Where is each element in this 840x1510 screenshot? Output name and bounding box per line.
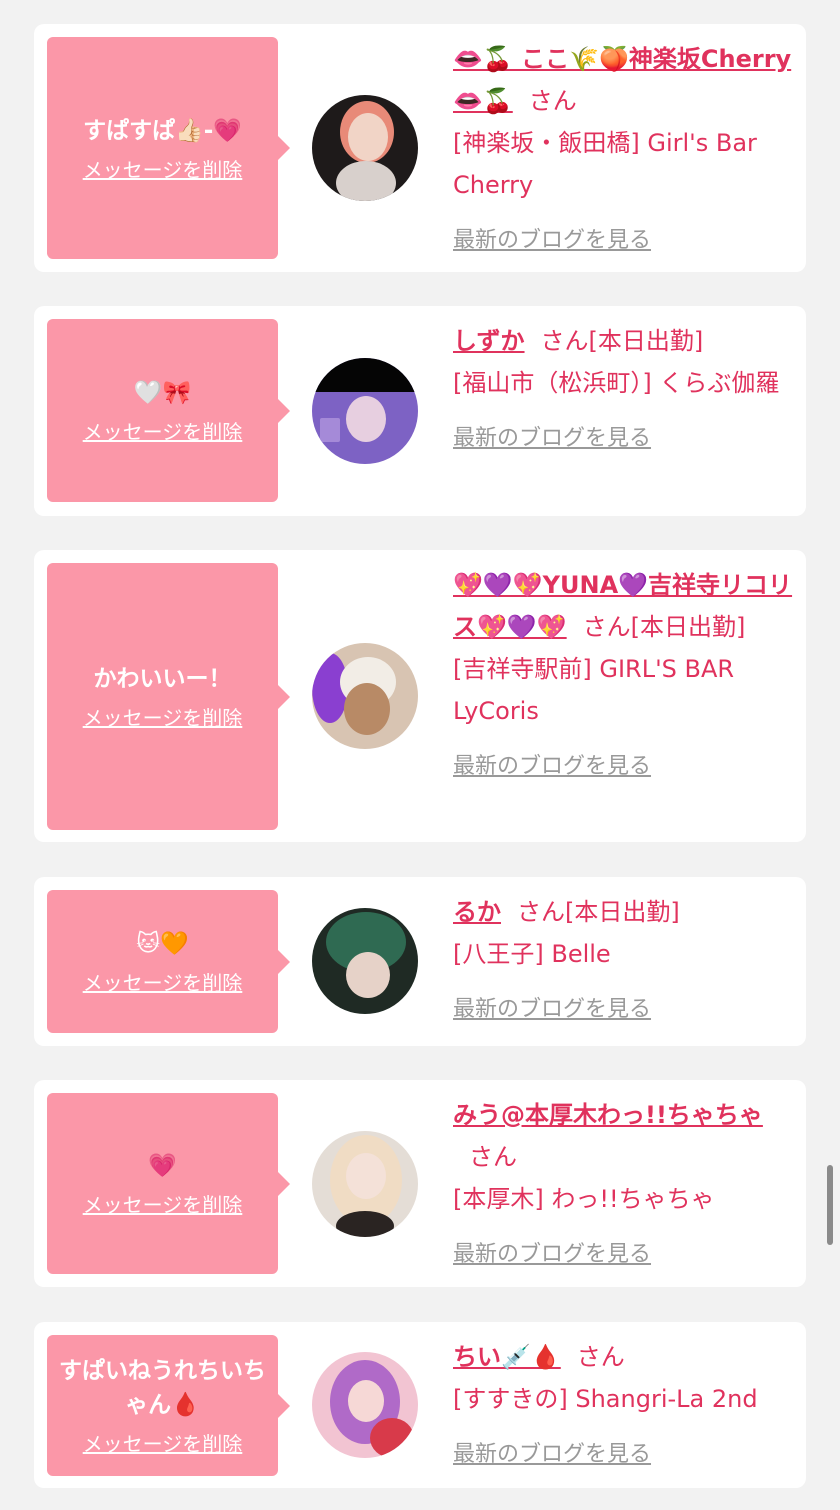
avatar[interactable] [312,1131,418,1237]
message-text: 🤍🎀 [133,380,192,406]
message-bubble: 🤍🎀 メッセージを削除 [47,319,290,502]
shop-info: [八王子] Belle [453,940,611,968]
shop-info: [吉祥寺駅前] GIRL'S BAR LyCoris [453,655,735,725]
avatar[interactable] [312,95,418,201]
delete-message-link[interactable]: メッセージを削除 [83,702,243,731]
message-text: すぱすぱ👍🏻-💗 [83,117,242,144]
message-bubble: かわいいー！ メッセージを削除 [47,563,290,830]
cast-info: ちい💉🩸 さん [すすきの] Shangri-La 2nd 最新のブログを見る [453,1336,793,1476]
cast-name-link[interactable]: しずか [453,327,525,355]
message-bubble: すぱいねうれちいちゃん🩸 メッセージを削除 [47,1335,290,1476]
favorite-card: かわいいー！ メッセージを削除 💖💜💖YUNA💜吉祥寺リコリス💖💜💖 さん[本日出… [34,550,806,842]
latest-blog-link[interactable]: 最新のブログを見る [453,1234,793,1276]
avatar[interactable] [312,1352,418,1458]
delete-message-link[interactable]: メッセージを削除 [83,1189,243,1218]
latest-blog-link[interactable]: 最新のブログを見る [453,989,793,1031]
latest-blog-link[interactable]: 最新のブログを見る [453,220,793,262]
avatar[interactable] [312,358,418,464]
cast-name-link[interactable]: みう@本厚木わっ!!ちゃちゃ [453,1101,763,1129]
cast-info: 👄🍒 ここ🌾🍑神楽坂Cherry👄🍒 さん [神楽坂・飯田橋] Girl's Ba… [453,38,793,262]
honorific: さん [540,327,589,355]
avatar[interactable] [312,643,418,749]
message-bubble: 🐱🧡 メッセージを削除 [47,890,290,1033]
message-text: かわいいー！ [93,666,232,692]
cast-info: るか さん[本日出勤] [八王子] Belle 最新のブログを見る [453,891,793,1031]
cast-name-link[interactable]: るか [453,898,501,926]
honorific: さん [517,898,565,926]
honorific: さん [576,1343,625,1371]
latest-blog-link[interactable]: 最新のブログを見る [453,746,793,788]
shop-info: [本厚木] わっ!!ちゃちゃ [453,1185,715,1213]
message-bubble: 💗 メッセージを削除 [47,1093,290,1274]
favorite-card: 🤍🎀 メッセージを削除 しずか さん[本日出勤] [福山市（松浜町）] くらぶ伽羅… [34,306,806,516]
message-text: 🐱🧡 [136,931,189,957]
shop-info: [神楽坂・飯田橋] Girl's Bar Cherry [453,129,757,199]
cast-name-link[interactable]: ちい💉🩸 [453,1343,561,1371]
status-badge: [本日出勤] [588,327,704,355]
favorite-card: 🐱🧡 メッセージを削除 るか さん[本日出勤] [八王子] Belle 最新のブロ… [34,877,806,1046]
honorific: さん [528,87,577,115]
honorific: さん [469,1143,517,1171]
favorite-card: すぱいねうれちいちゃん🩸 メッセージを削除 ちい💉🩸 さん [すすきの] Shan… [34,1322,806,1488]
favorite-card: 💗 メッセージを削除 みう@本厚木わっ!!ちゃちゃさん [本厚木] わっ!!ちゃ… [34,1080,806,1287]
message-text: 💗 [148,1153,177,1179]
delete-message-link[interactable]: メッセージを削除 [83,1428,243,1457]
delete-message-link[interactable]: メッセージを削除 [83,967,243,996]
delete-message-link[interactable]: メッセージを削除 [83,416,243,445]
cast-info: 💖💜💖YUNA💜吉祥寺リコリス💖💜💖 さん[本日出勤] [吉祥寺駅前] GIRL'… [453,564,793,788]
latest-blog-link[interactable]: 最新のブログを見る [453,1434,793,1476]
avatar[interactable] [312,908,418,1014]
message-bubble: すぱすぱ👍🏻-💗 メッセージを削除 [47,37,290,259]
cast-name-link[interactable]: 👄🍒 ここ🌾🍑神楽坂Cherry👄🍒 [453,45,791,115]
message-text: すぱいねうれちいちゃん🩸 [59,1358,266,1418]
status-badge: [本日出勤] [565,898,680,926]
shop-info: [福山市（松浜町）] くらぶ伽羅 [453,369,780,397]
favorite-card: すぱすぱ👍🏻-💗 メッセージを削除 👄🍒 ここ🌾🍑神楽坂Cherry👄🍒 さん [… [34,24,806,272]
delete-message-link[interactable]: メッセージを削除 [83,154,243,183]
vertical-scrollbar[interactable] [827,1165,833,1245]
honorific: さん [582,613,631,641]
page: すぱすぱ👍🏻-💗 メッセージを削除 👄🍒 ここ🌾🍑神楽坂Cherry👄🍒 さん [… [0,0,840,1510]
latest-blog-link[interactable]: 最新のブログを見る [453,418,793,460]
cast-info: しずか さん[本日出勤] [福山市（松浜町）] くらぶ伽羅 最新のブログを見る [453,320,793,460]
cast-info: みう@本厚木わっ!!ちゃちゃさん [本厚木] わっ!!ちゃちゃ 最新のブログを見… [453,1094,793,1276]
shop-info: [すすきの] Shangri-La 2nd [453,1385,758,1413]
status-badge: [本日出勤] [630,613,746,641]
